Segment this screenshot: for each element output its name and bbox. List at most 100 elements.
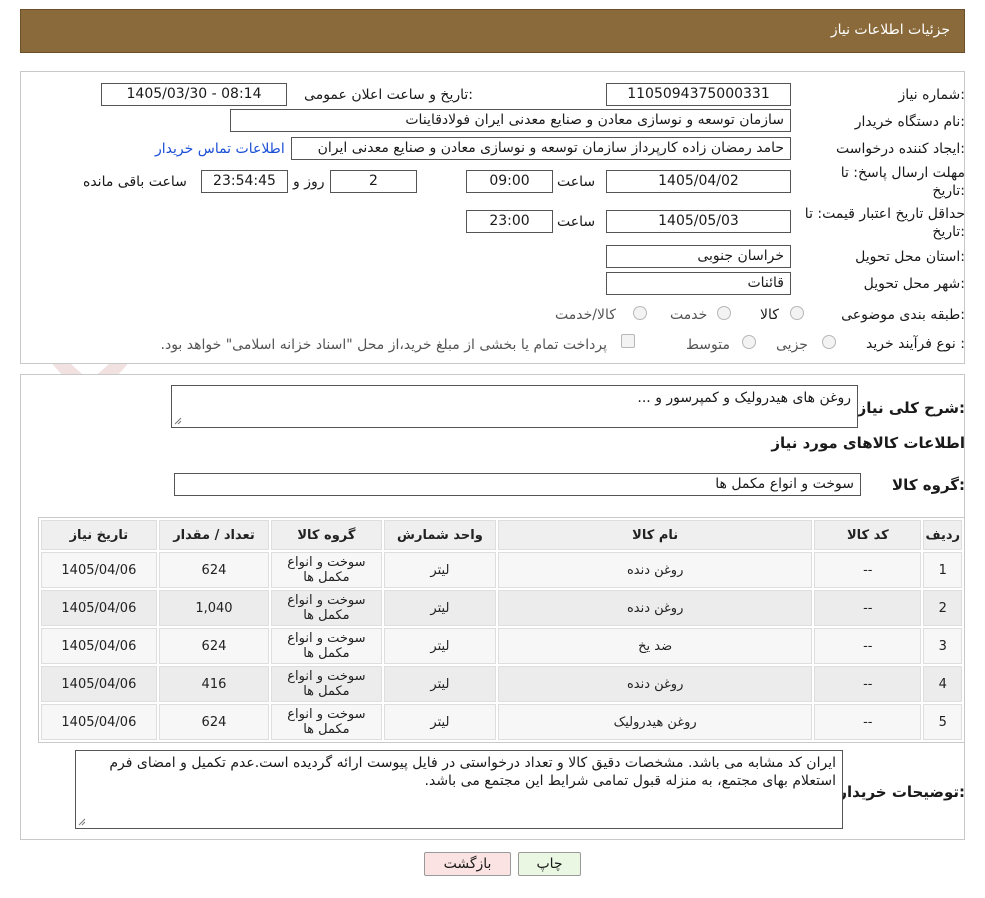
cell-goods-name: ضد یخ xyxy=(498,628,813,664)
col-header-goods-code: کد کالا xyxy=(814,520,922,550)
cell-unit: لیتر xyxy=(383,666,497,702)
cell-goods-group: سوخت و انواع مکمل ها xyxy=(271,666,382,702)
summary-text: روغن های هیدرولیک و کمپرسور و ... xyxy=(637,390,851,406)
goods-group-label: گروه کالا: xyxy=(892,476,965,494)
price-validity-time-label: ساعت xyxy=(557,214,596,230)
price-validity-time-field: 23:00 xyxy=(466,210,553,233)
buyer-org-field: سازمان توسعه و نوسازی معادن و صنایع معدن… xyxy=(230,109,791,132)
announce-datetime-label: تاریخ و ساعت اعلان عمومی: xyxy=(304,87,473,103)
resize-grip-icon[interactable] xyxy=(78,818,86,826)
buyer-notes-text: ایران کد مشابه می باشد. مشخصات دقیق کالا… xyxy=(109,755,836,789)
cell-unit: لیتر xyxy=(383,628,497,664)
need-number-field: 1105094375000331 xyxy=(606,83,791,106)
city-field: قائنات xyxy=(606,272,791,295)
table-header-row: ردیف کد کالا نام کالا واحد شمارش گروه کا… xyxy=(41,520,962,550)
deadline-label-date: تاریخ: xyxy=(932,183,965,199)
buyer-notes-label: توضیحات خریدار: xyxy=(838,783,965,801)
category-service-radio[interactable] xyxy=(717,306,731,320)
print-button[interactable]: چاپ xyxy=(518,852,581,876)
goods-table: ردیف کد کالا نام کالا واحد شمارش گروه کا… xyxy=(39,518,964,742)
cell-quantity: 1,040 xyxy=(158,590,270,626)
cell-need-date: 1405/04/06 xyxy=(41,552,157,588)
deadline-date-field: 1405/04/02 xyxy=(606,170,791,193)
col-header-need-date: تاریخ نیاز xyxy=(41,520,157,550)
buyer-org-label: نام دستگاه خریدار: xyxy=(854,114,965,130)
category-service-label: خدمت xyxy=(670,307,708,323)
cell-goods-code: -- xyxy=(814,704,922,740)
summary-label: شرح کلی نیاز: xyxy=(857,399,965,417)
category-label: طبقه بندی موضوعی: xyxy=(841,307,965,323)
summary-textarea[interactable]: روغن های هیدرولیک و کمپرسور و ... xyxy=(171,385,858,428)
cell-need-date: 1405/04/06 xyxy=(41,704,157,740)
cell-goods-name: روغن دنده xyxy=(498,590,813,626)
category-goods-radio[interactable] xyxy=(790,306,804,320)
need-number-label: شماره نیاز: xyxy=(898,87,965,103)
cell-unit: لیتر xyxy=(383,552,497,588)
province-label: استان محل تحویل: xyxy=(855,249,965,265)
cell-goods-group: سوخت و انواع مکمل ها xyxy=(271,628,382,664)
col-header-unit: واحد شمارش xyxy=(383,520,497,550)
buyer-contact-link[interactable]: اطلاعات تماس خریدار xyxy=(155,141,285,157)
goods-section-title: اطلاعات کالاهای مورد نیاز xyxy=(771,434,965,452)
announce-datetime-field: 1405/03/30 - 08:14 xyxy=(101,83,287,106)
process-medium-radio[interactable] xyxy=(742,335,756,349)
cell-goods-group: سوخت و انواع مکمل ها xyxy=(271,590,382,626)
deadline-time-label: ساعت xyxy=(557,174,596,190)
resize-grip-icon[interactable] xyxy=(174,417,182,425)
cell-row-number: 1 xyxy=(923,552,962,588)
process-type-label: نوع فرآیند خرید : xyxy=(866,336,965,352)
days-remaining-field: 2 xyxy=(330,170,417,193)
province-field: خراسان جنوبی xyxy=(606,245,791,268)
cell-goods-group: سوخت و انواع مکمل ها xyxy=(271,704,382,740)
table-row: 3 -- ضد یخ لیتر سوخت و انواع مکمل ها 624… xyxy=(41,628,962,664)
cell-row-number: 3 xyxy=(923,628,962,664)
col-header-goods-group: گروه کالا xyxy=(271,520,382,550)
cell-need-date: 1405/04/06 xyxy=(41,666,157,702)
price-validity-label: حداقل تاریخ اعتبار قیمت: تا xyxy=(804,206,965,222)
col-header-row-number: ردیف xyxy=(923,520,962,550)
cell-goods-name: روغن دنده xyxy=(498,552,813,588)
requester-label: ایجاد کننده درخواست: xyxy=(836,141,965,157)
cell-goods-code: -- xyxy=(814,590,922,626)
remaining-time-label: ساعت باقی مانده xyxy=(83,174,187,190)
cell-row-number: 2 xyxy=(923,590,962,626)
cell-goods-group: سوخت و انواع مکمل ها xyxy=(271,552,382,588)
cell-goods-code: -- xyxy=(814,628,922,664)
requester-field: حامد رمضان زاده کارپرداز سازمان توسعه و … xyxy=(291,137,791,160)
days-label: روز و xyxy=(293,174,325,190)
cell-row-number: 4 xyxy=(923,666,962,702)
goods-group-field: سوخت و انواع مکمل ها xyxy=(174,473,861,496)
cell-goods-name: روغن هیدرولیک xyxy=(498,704,813,740)
cell-unit: لیتر xyxy=(383,704,497,740)
table-row: 5 -- روغن هیدرولیک لیتر سوخت و انواع مکم… xyxy=(41,704,962,740)
cell-goods-name: روغن دنده xyxy=(498,666,813,702)
cell-quantity: 624 xyxy=(158,552,270,588)
cell-row-number: 5 xyxy=(923,704,962,740)
table-row: 4 -- روغن دنده لیتر سوخت و انواع مکمل ها… xyxy=(41,666,962,702)
treasury-payment-checkbox[interactable] xyxy=(621,334,635,348)
cell-quantity: 416 xyxy=(158,666,270,702)
col-header-quantity: تعداد / مقدار xyxy=(158,520,270,550)
table-row: 1 -- روغن دنده لیتر سوخت و انواع مکمل ها… xyxy=(41,552,962,588)
cell-goods-code: -- xyxy=(814,666,922,702)
process-medium-label: متوسط xyxy=(686,337,730,353)
page-header: جزئیات اطلاعات نیاز xyxy=(20,9,965,53)
category-goods-service-radio[interactable] xyxy=(633,306,647,320)
deadline-label: مهلت ارسال پاسخ: تا xyxy=(840,165,965,181)
table-row: 2 -- روغن دنده لیتر سوخت و انواع مکمل ها… xyxy=(41,590,962,626)
price-validity-label-date: تاریخ: xyxy=(932,224,965,240)
cell-need-date: 1405/04/06 xyxy=(41,590,157,626)
city-label: شهر محل تحویل: xyxy=(863,276,965,292)
remaining-time-field: 23:54:45 xyxy=(201,170,288,193)
back-button[interactable]: بازگشت xyxy=(424,852,511,876)
process-minor-radio[interactable] xyxy=(822,335,836,349)
cell-unit: لیتر xyxy=(383,590,497,626)
page-title: جزئیات اطلاعات نیاز xyxy=(830,22,950,38)
cell-need-date: 1405/04/06 xyxy=(41,628,157,664)
process-minor-label: جزیی xyxy=(776,337,808,353)
buyer-notes-textarea[interactable]: ایران کد مشابه می باشد. مشخصات دقیق کالا… xyxy=(75,750,843,829)
treasury-payment-note: پرداخت تمام یا بخشی از مبلغ خرید،از محل … xyxy=(160,337,607,353)
price-validity-date-field: 1405/05/03 xyxy=(606,210,791,233)
cell-goods-code: -- xyxy=(814,552,922,588)
category-goods-service-label: کالا/خدمت xyxy=(555,307,616,323)
